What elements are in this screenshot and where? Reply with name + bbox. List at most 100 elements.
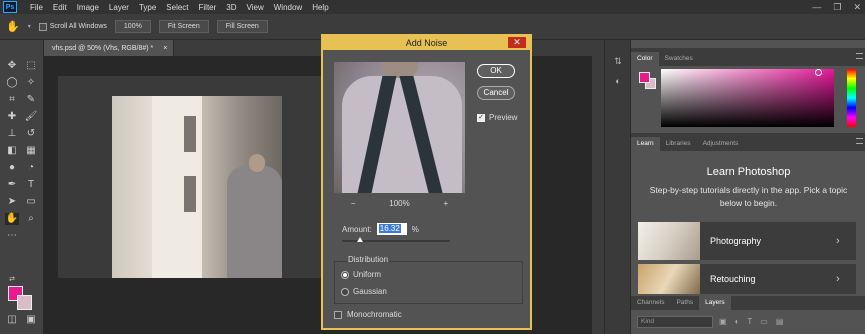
preview-checkbox[interactable]: ✓ Preview — [477, 113, 517, 122]
image-man-figure — [227, 166, 282, 278]
move-tool-icon[interactable]: ✥ — [5, 60, 19, 72]
crop-tool-icon[interactable]: ⌗ — [5, 94, 19, 106]
adjustment-filter-icon[interactable]: ◐ — [735, 317, 740, 326]
rectangle-tool-icon[interactable]: ▭ — [24, 196, 38, 208]
blur-tool-icon[interactable]: ● — [5, 162, 19, 174]
monochromatic-checkbox[interactable]: Monochromatic — [334, 310, 402, 319]
color-field[interactable] — [661, 69, 834, 127]
type-filter-icon[interactable]: T — [747, 317, 752, 326]
learn-card-retouching[interactable]: Retouching › — [638, 264, 856, 294]
background-color-swatch[interactable] — [17, 295, 32, 310]
menu-file[interactable]: File — [25, 3, 48, 12]
checkmark-icon[interactable]: ✓ — [477, 113, 485, 122]
menu-select[interactable]: Select — [161, 3, 193, 12]
amount-slider[interactable] — [342, 237, 450, 242]
fill-screen-button[interactable]: Fill Screen — [216, 20, 268, 33]
eraser-tool-icon[interactable]: ◧ — [5, 145, 19, 157]
tab-layers[interactable]: Layers — [699, 296, 731, 310]
scroll-all-windows-checkbox[interactable]: Scroll All Windows — [38, 22, 107, 31]
smart-object-filter-icon[interactable]: ▤ — [776, 317, 784, 326]
menu-filter[interactable]: Filter — [194, 3, 222, 12]
menu-view[interactable]: View — [242, 3, 269, 12]
menu-3d[interactable]: 3D — [221, 3, 241, 12]
monochromatic-box[interactable] — [334, 310, 342, 319]
vertical-scrollbar[interactable] — [592, 56, 604, 334]
ok-button[interactable]: OK — [477, 64, 515, 78]
document-tab-close-icon[interactable]: × — [163, 45, 167, 52]
color-picker-ring[interactable] — [815, 69, 822, 76]
magic-wand-tool-icon[interactable]: ✧ — [24, 77, 38, 89]
brush-tool-icon[interactable]: 🖌 — [24, 111, 38, 123]
learn-card-photography[interactable]: Photography › — [638, 222, 856, 260]
tab-adjustments[interactable]: Adjustments — [697, 137, 745, 151]
tab-paths[interactable]: Paths — [670, 296, 699, 310]
screen-mode-icon[interactable]: ▣ — [24, 314, 38, 326]
shape-filter-icon[interactable]: ▭ — [760, 317, 768, 326]
hue-slider[interactable] — [847, 69, 856, 127]
tab-swatches[interactable]: Swatches — [659, 52, 699, 66]
panel-menu-icon[interactable] — [856, 138, 863, 144]
eyedropper-tool-icon[interactable]: ✎ — [24, 94, 38, 106]
tab-color[interactable]: Color — [631, 52, 659, 66]
hand-tool-icon[interactable]: ✋ — [5, 213, 19, 225]
gaussian-radio[interactable]: Gaussian — [341, 287, 387, 296]
healing-brush-tool-icon[interactable]: ✚ — [5, 111, 19, 123]
close-window-icon[interactable]: ✕ — [853, 2, 861, 13]
panel-foreground-swatch[interactable] — [639, 72, 650, 83]
document-tab[interactable]: vhs.psd @ 50% (Vhs, RGB/8#) * × — [44, 40, 174, 56]
tab-learn[interactable]: Learn — [631, 137, 660, 151]
tab-libraries[interactable]: Libraries — [660, 137, 697, 151]
gradient-tool-icon[interactable]: ▦ — [24, 145, 38, 157]
menu-image[interactable]: Image — [72, 3, 104, 12]
zoom-tool-icon[interactable]: ⌕ — [24, 213, 38, 225]
tab-channels[interactable]: Channels — [631, 296, 670, 310]
menu-type[interactable]: Type — [134, 3, 161, 12]
pen-tool-icon[interactable]: ✒ — [5, 179, 19, 191]
swap-colors-icon[interactable]: ⇄ — [5, 274, 19, 286]
menu-help[interactable]: Help — [307, 3, 333, 12]
marquee-tool-icon[interactable]: ⬚ — [24, 60, 38, 72]
amount-input[interactable]: 16.32 — [376, 223, 407, 235]
panel-icon-strip: ⇅ ◐ — [604, 40, 630, 334]
dialog-title-bar[interactable]: Add Noise ✕ — [323, 36, 530, 50]
hand-tool-icon: ✋ — [6, 21, 20, 33]
scroll-all-windows-box[interactable] — [38, 22, 47, 31]
gaussian-label: Gaussian — [353, 287, 387, 296]
amount-slider-thumb[interactable] — [356, 237, 363, 242]
learn-panel-tabs: Learn Libraries Adjustments — [631, 133, 865, 151]
zoom-level: 100% — [389, 199, 410, 208]
tool-preset-chevron-icon[interactable]: ▾ — [28, 23, 31, 30]
pixel-filter-icon[interactable]: ▣ — [719, 317, 727, 326]
history-panel-icon[interactable]: ⇅ — [612, 56, 624, 68]
preview-label: Preview — [489, 113, 518, 122]
type-tool-icon[interactable]: T — [24, 179, 38, 191]
restore-icon[interactable]: ❐ — [833, 2, 841, 13]
uniform-radio[interactable]: Uniform — [341, 270, 381, 279]
right-panels: Color Swatches Learn Libraries Adjustmen… — [630, 40, 865, 334]
properties-panel-icon[interactable]: ◐ — [612, 76, 624, 88]
dodge-tool-icon[interactable]: ◔ — [24, 162, 38, 174]
radio-selected[interactable] — [341, 270, 349, 279]
menu-edit[interactable]: Edit — [48, 3, 72, 12]
layers-filter-kind[interactable]: Kind — [637, 316, 713, 328]
quick-mask-icon[interactable]: ◫ — [5, 314, 19, 326]
fit-screen-button[interactable]: Fit Screen — [158, 20, 209, 33]
zoom-out-icon[interactable]: − — [351, 199, 356, 208]
clone-stamp-tool-icon[interactable]: ⊥ — [5, 128, 19, 140]
minimize-icon[interactable]: — — [812, 2, 821, 12]
history-brush-tool-icon[interactable]: ↺ — [24, 128, 38, 140]
menu-window[interactable]: Window — [269, 3, 307, 12]
filter-preview[interactable] — [334, 62, 465, 193]
lasso-tool-icon[interactable]: ◯ — [5, 77, 19, 89]
more-tools-icon[interactable]: ⋯ — [5, 230, 19, 242]
close-icon[interactable]: ✕ — [508, 37, 526, 48]
path-selection-tool-icon[interactable]: ➤ — [5, 196, 19, 208]
zoom-100-button[interactable]: 100% — [114, 20, 151, 33]
menu-layer[interactable]: Layer — [104, 3, 134, 12]
learn-title: Learn Photoshop — [706, 166, 791, 178]
panel-menu-icon[interactable] — [856, 53, 863, 59]
radio-unselected[interactable] — [341, 287, 349, 296]
document-image[interactable] — [112, 96, 282, 278]
zoom-in-icon[interactable]: + — [443, 199, 448, 208]
cancel-button[interactable]: Cancel — [477, 86, 515, 100]
